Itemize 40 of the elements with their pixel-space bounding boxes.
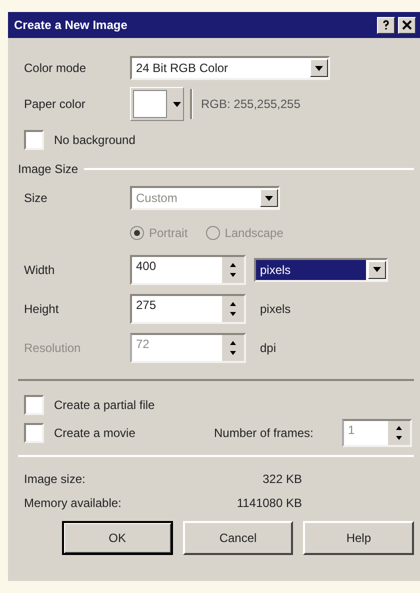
field-label: Paper color	[24, 97, 86, 111]
dialog-button[interactable]: OK	[62, 521, 173, 555]
spinner-arrows-icon	[227, 338, 239, 356]
info-label: Memory available:	[24, 496, 122, 510]
spin-field[interactable]: 275	[130, 294, 246, 324]
close-icon[interactable]	[398, 16, 416, 34]
spinner-arrows-icon	[393, 424, 405, 442]
spin-field[interactable]: 400	[130, 254, 246, 284]
color-reading: RGB: 255,255,255	[201, 97, 300, 111]
unit-label: dpi	[260, 340, 276, 354]
field-label: Height	[24, 302, 60, 316]
spinner-arrows-icon	[227, 300, 239, 318]
color-mode-dropdown[interactable]: 24 Bit RGB Color	[130, 56, 330, 80]
checkbox-label: Create a movie	[54, 426, 136, 440]
info-value: 322 KB	[262, 472, 302, 486]
field-label: Size	[24, 191, 48, 205]
section-heading: Image Size	[18, 162, 78, 176]
checkbox[interactable]	[24, 130, 44, 150]
caret-icon	[173, 102, 181, 106]
caret-icon	[315, 66, 323, 70]
field-label: Width	[24, 262, 56, 276]
unit-dropdown[interactable]: pixels	[254, 258, 388, 282]
unit-label: pixels	[260, 302, 291, 316]
caret-icon	[265, 196, 273, 200]
checkbox[interactable]	[24, 395, 44, 415]
spinner-arrows-icon	[227, 260, 239, 278]
dialog-button[interactable]: Help	[303, 521, 414, 555]
dialog-button[interactable]: Cancel	[182, 521, 294, 555]
field-label: Color mode	[24, 61, 88, 75]
color-picker-button[interactable]	[130, 87, 184, 121]
field-label: Resolution	[24, 340, 82, 354]
help-icon[interactable]	[377, 16, 395, 34]
caret-icon	[373, 267, 381, 272]
info-label: Image size:	[24, 472, 86, 486]
checkbox[interactable]	[24, 423, 44, 443]
info-value: 1141080 KB	[236, 496, 302, 510]
checkbox-label: Create a partial file	[54, 398, 156, 412]
window-title: Create a New Image	[14, 18, 128, 32]
checkbox-label: No background	[54, 133, 136, 147]
field-label: Number of frames:	[214, 426, 314, 440]
